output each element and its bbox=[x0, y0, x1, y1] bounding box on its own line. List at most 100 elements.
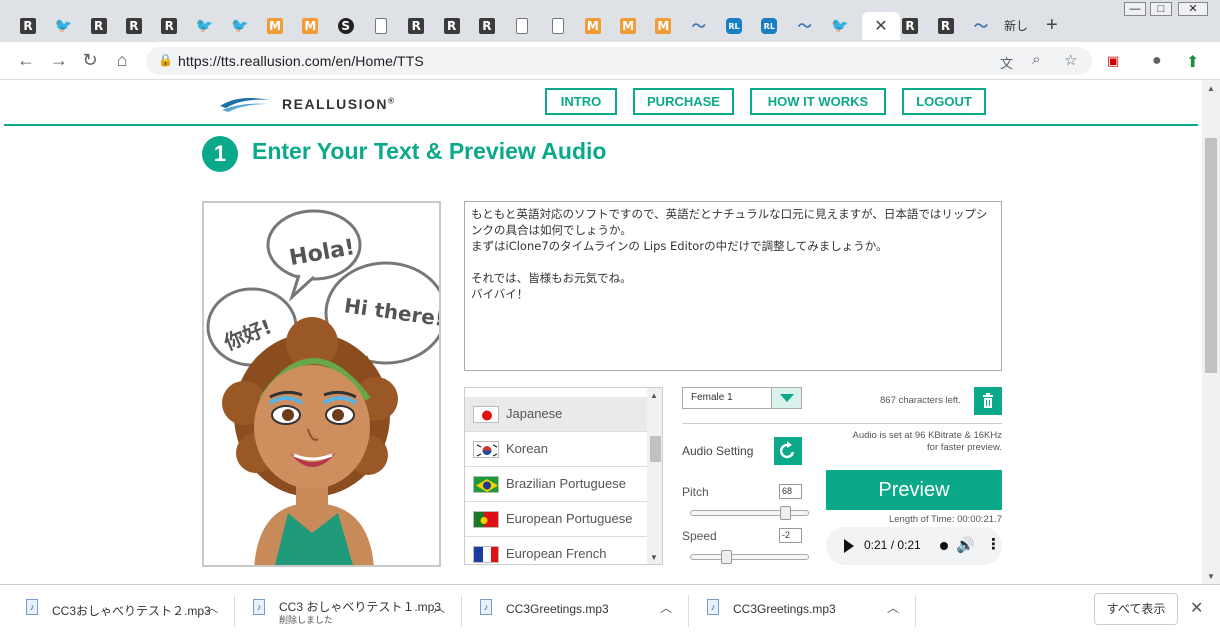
scroll-down-icon[interactable]: ▼ bbox=[650, 553, 658, 562]
arrow-right-icon[interactable]: → bbox=[48, 50, 70, 71]
tab-m-1[interactable]: M bbox=[263, 14, 287, 38]
close-icon[interactable]: ✕ bbox=[1190, 598, 1203, 618]
download-item[interactable]: ♪ CC3 おしゃべりテスト１.mp3 削除しました ︿ bbox=[253, 585, 453, 637]
download-item[interactable]: ♪ CC3Greetings.mp3 ︿ bbox=[480, 585, 680, 637]
language-item-br[interactable]: Brazilian Portuguese bbox=[465, 467, 647, 502]
chevron-up-icon[interactable]: ︿ bbox=[433, 599, 445, 616]
voice-select[interactable]: Female 1 bbox=[682, 387, 802, 409]
update-icon[interactable]: ⬆ bbox=[1186, 52, 1199, 72]
url-text[interactable]: https://tts.reallusion.com/en/Home/TTS bbox=[178, 53, 424, 69]
address-bar[interactable]: 🔒 https://tts.reallusion.com/en/Home/TTS… bbox=[146, 47, 1092, 75]
language-item-fr[interactable]: European French bbox=[465, 537, 647, 564]
home-icon[interactable]: ⌂ bbox=[111, 50, 133, 71]
pitch-slider[interactable] bbox=[690, 506, 809, 520]
language-list[interactable]: Japanese Korean Brazilian Portuguese Europe… bbox=[464, 387, 663, 565]
nav-logout[interactable]: LOGOUT bbox=[902, 88, 986, 115]
scroll-down-icon[interactable]: ▼ bbox=[1207, 572, 1215, 581]
language-item-pt[interactable]: European Portuguese bbox=[465, 502, 647, 537]
pitch-value[interactable]: 68 bbox=[779, 484, 802, 499]
tab-wave-1[interactable]: 〜 bbox=[687, 14, 711, 38]
tab-doc-1[interactable] bbox=[369, 14, 393, 38]
tab-reallusion-7[interactable]: R bbox=[475, 14, 499, 38]
tab-m-3[interactable]: M bbox=[581, 14, 605, 38]
tab-bird-2[interactable]: 🐦 bbox=[193, 14, 217, 38]
close-tab-icon[interactable]: ✕ bbox=[874, 16, 887, 36]
extension-icon[interactable]: ▣ bbox=[1107, 53, 1119, 69]
translate-icon[interactable]: 文 bbox=[1000, 53, 1013, 72]
minimize-icon[interactable]: — bbox=[1124, 2, 1146, 16]
tab-reallusion-3[interactable]: R bbox=[122, 14, 146, 38]
audio-progress-dot-icon[interactable] bbox=[940, 542, 948, 550]
tab-bird-3[interactable]: 🐦 bbox=[228, 14, 252, 38]
reallusion-logo[interactable]: REALLUSION® bbox=[218, 94, 395, 114]
tab-m-4[interactable]: M bbox=[616, 14, 640, 38]
header-divider bbox=[4, 124, 1198, 126]
clear-text-button[interactable] bbox=[974, 387, 1002, 415]
tab-reallusion-5[interactable]: R bbox=[404, 14, 428, 38]
tab-reallusion-6[interactable]: R bbox=[440, 14, 464, 38]
tab-active[interactable]: ✕ bbox=[862, 12, 900, 40]
tab-swirl[interactable]: S bbox=[334, 14, 358, 38]
tab-wave-3[interactable]: 〜 bbox=[969, 14, 993, 38]
nav-purchase[interactable]: PURCHASE bbox=[633, 88, 734, 115]
new-tab-plus-icon[interactable]: + bbox=[1046, 14, 1058, 37]
tab-reallusion-8[interactable]: R bbox=[898, 14, 922, 38]
reset-settings-button[interactable] bbox=[774, 437, 802, 465]
nav-how-it-works[interactable]: HOW IT WORKS bbox=[750, 88, 886, 115]
show-all-downloads-button[interactable]: すべて表示 bbox=[1094, 593, 1178, 625]
speed-value[interactable]: -2 bbox=[779, 528, 802, 543]
pitch-slider-thumb[interactable] bbox=[780, 506, 791, 520]
tab-rl-2[interactable]: RL bbox=[757, 14, 781, 38]
audio-player: 0:21 / 0:21 🔊 ⋮ bbox=[826, 527, 1002, 565]
language-scroll-thumb[interactable] bbox=[650, 436, 661, 462]
page-scroll-thumb[interactable] bbox=[1205, 138, 1217, 373]
doc-favicon-icon bbox=[516, 18, 529, 34]
tab-reallusion-2[interactable]: R bbox=[87, 14, 111, 38]
tab-bird-1[interactable]: 🐦 bbox=[51, 14, 75, 38]
reload-icon[interactable]: ↻ bbox=[79, 50, 101, 71]
arrow-left-icon[interactable]: ← bbox=[15, 50, 37, 71]
play-icon[interactable] bbox=[844, 539, 854, 553]
scroll-up-icon[interactable]: ▲ bbox=[1207, 84, 1215, 93]
m-favicon-icon: M bbox=[655, 18, 672, 34]
page-scrollbar[interactable]: ▲ ▼ bbox=[1202, 80, 1220, 584]
download-item[interactable]: ♪ CC3おしゃべりテスト２.mp3 ︿ bbox=[26, 585, 226, 637]
nav-intro[interactable]: INTRO bbox=[545, 88, 617, 115]
language-label: Brazilian Portuguese bbox=[506, 476, 626, 491]
language-item-jp[interactable]: Japanese bbox=[465, 397, 647, 432]
chevron-up-icon[interactable]: ︿ bbox=[206, 599, 218, 616]
language-scrollbar[interactable]: ▲ ▼ bbox=[647, 388, 662, 564]
tab-reallusion-4[interactable]: R bbox=[157, 14, 181, 38]
preview-button[interactable]: Preview bbox=[826, 470, 1002, 510]
tab-wave-2[interactable]: 〜 bbox=[793, 14, 817, 38]
tab-rl-1[interactable]: RL bbox=[722, 14, 746, 38]
language-item-kr[interactable]: Korean bbox=[465, 432, 647, 467]
volume-icon[interactable]: 🔊 bbox=[956, 536, 975, 554]
chevron-up-icon[interactable]: ︿ bbox=[887, 599, 899, 616]
characters-left: 867 characters left. bbox=[880, 395, 961, 406]
maximize-icon[interactable]: □ bbox=[1150, 2, 1172, 16]
tab-bird-4[interactable]: 🐦 bbox=[828, 14, 852, 38]
more-options-icon[interactable]: ⋮ bbox=[986, 535, 1001, 553]
speed-slider-thumb[interactable] bbox=[721, 550, 732, 564]
scroll-up-icon[interactable]: ▲ bbox=[650, 391, 658, 400]
star-icon[interactable]: ☆ bbox=[1064, 51, 1077, 69]
tab-doc-3[interactable] bbox=[546, 14, 570, 38]
zoom-icon[interactable]: ⌕ bbox=[1032, 51, 1040, 68]
tab-reallusion-9[interactable]: R bbox=[934, 14, 958, 38]
chevron-up-icon[interactable]: ︿ bbox=[660, 599, 672, 616]
close-window-icon[interactable]: ✕ bbox=[1178, 2, 1208, 16]
speed-slider[interactable] bbox=[690, 550, 809, 564]
tab-m-2[interactable]: M bbox=[298, 14, 322, 38]
tts-text-input[interactable]: もともと英語対応のソフトですので、英語だとナチュラルな口元に見えますが、日本語で… bbox=[464, 201, 1002, 371]
account-icon[interactable]: ● bbox=[1152, 52, 1162, 70]
tab-reallusion-1[interactable]: R bbox=[16, 14, 40, 38]
download-item[interactable]: ♪ CC3Greetings.mp3 ︿ bbox=[707, 585, 907, 637]
chevron-down-icon[interactable] bbox=[771, 388, 801, 408]
step-title: Enter Your Text & Preview Audio bbox=[252, 138, 607, 164]
wave-favicon-icon: 〜 bbox=[691, 19, 706, 35]
lock-icon[interactable]: 🔒 bbox=[158, 53, 173, 67]
tab-m-5[interactable]: M bbox=[651, 14, 675, 38]
tab-doc-2[interactable] bbox=[510, 14, 534, 38]
tab-new-title[interactable]: 新し bbox=[1004, 17, 1028, 34]
